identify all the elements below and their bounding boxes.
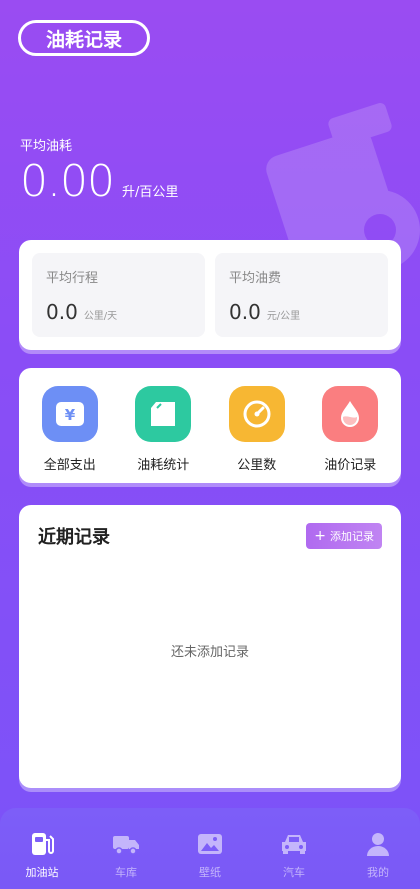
menu-mileage[interactable]: 公里数 [217, 386, 297, 483]
truck-icon [112, 830, 140, 858]
picture-icon [196, 830, 224, 858]
stat-unit: 元/公里 [266, 311, 301, 322]
stat-average-fuel-cost: 平均油费 0.0 元/公里 [215, 253, 388, 337]
recent-records-card: 近期记录 + 添加记录 还未添加记录 [19, 505, 401, 788]
empty-state-text: 还未添加记录 [170, 645, 249, 660]
stat-title: 平均行程 [46, 271, 99, 286]
tab-label: 加油站 [25, 866, 59, 879]
average-consumption-unit: 升/百公里 [121, 185, 179, 200]
menu-all-expenses[interactable]: ¥ 全部支出 [30, 386, 110, 483]
average-consumption-label: 平均油耗 [20, 139, 73, 154]
tab-garage[interactable]: 车库 [84, 808, 168, 889]
average-consumption: 0.00 升/百公里 [20, 160, 178, 204]
stat-value: 0.0 [46, 300, 78, 324]
menu-label: 油价记录 [324, 458, 377, 473]
user-icon [364, 830, 392, 858]
stats-card: 平均行程 0.0 公里/天 平均油费 0.0 元/公里 [19, 240, 401, 350]
tab-profile[interactable]: 我的 [336, 808, 420, 889]
menu-oil-price[interactable]: 油价记录 [310, 386, 390, 483]
yen-wallet-icon: ¥ [41, 386, 98, 442]
fuel-can-icon [135, 386, 192, 442]
bottom-tab-bar: 加油站 车库 壁纸 汽车 我的 [0, 808, 420, 889]
plus-icon: + [314, 528, 326, 544]
recent-records-title: 近期记录 [38, 527, 110, 548]
tab-gas-station[interactable]: 加油站 [0, 808, 84, 889]
tab-label: 我的 [367, 866, 389, 879]
svg-text:¥: ¥ [65, 406, 76, 424]
page-title: 油耗记录 [18, 20, 150, 56]
stat-value: 0.0 [229, 300, 261, 324]
add-record-label: 添加记录 [330, 530, 374, 543]
tab-label: 壁纸 [199, 866, 221, 879]
tab-car[interactable]: 汽车 [252, 808, 336, 889]
car-icon [280, 830, 308, 858]
menu-fuel-stats[interactable]: 油耗统计 [123, 386, 203, 483]
oil-drop-icon [322, 386, 379, 442]
add-record-button[interactable]: + 添加记录 [306, 523, 382, 549]
menu-label: 全部支出 [43, 458, 96, 473]
tab-label: 车库 [115, 866, 137, 879]
tab-label: 汽车 [283, 866, 305, 879]
gas-station-icon [28, 830, 56, 858]
tab-wallpaper[interactable]: 壁纸 [168, 808, 252, 889]
quick-menu: ¥ 全部支出 油耗统计 公里数 油价记录 [19, 368, 401, 483]
average-consumption-value: 0.00 [20, 156, 115, 207]
stat-average-trip: 平均行程 0.0 公里/天 [32, 253, 205, 337]
speedometer-icon [228, 386, 285, 442]
menu-label: 公里数 [237, 458, 277, 473]
stat-unit: 公里/天 [83, 311, 118, 322]
menu-label: 油耗统计 [137, 458, 190, 473]
stat-title: 平均油费 [229, 271, 282, 286]
